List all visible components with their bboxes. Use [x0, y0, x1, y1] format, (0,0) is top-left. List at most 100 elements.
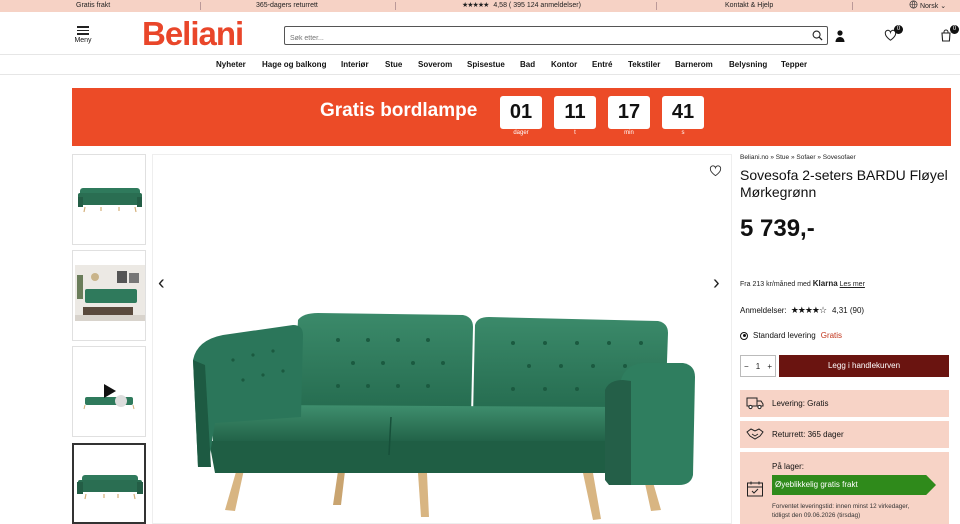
countdown-hours: 11 t — [554, 96, 596, 136]
eta-line-1: Forventet leveringstid: innen minst 12 v… — [772, 503, 910, 510]
divider — [200, 2, 201, 10]
thumbnail-video[interactable] — [72, 346, 146, 437]
nav-item-nyheter[interactable]: Nyheter — [216, 60, 246, 69]
nav-item-tepper[interactable]: Tepper — [781, 60, 807, 69]
klarna-read-more-link[interactable]: Les mer — [840, 281, 865, 288]
returns-info-box: Returrett: 365 dager — [740, 421, 949, 448]
divider — [395, 2, 396, 10]
klarna-text: Fra 213 kr/måned med — [740, 281, 811, 288]
sofa-image — [193, 313, 695, 520]
language-label: Norsk — [919, 3, 939, 10]
rating-summary[interactable]: ★★★★★ 4,58 ( 395 124 anmeldelser) — [462, 0, 581, 12]
product-price: 5 739,- — [740, 215, 815, 242]
promo-title: Gratis bordlampe — [320, 100, 478, 121]
countdown-days: 01 dager — [500, 96, 542, 136]
delivery-label: Levering: — [772, 399, 805, 408]
search-icon[interactable] — [812, 30, 823, 41]
klarna-installment: Fra 213 kr/måned med Klarna Les mer — [740, 279, 952, 288]
breadcrumb[interactable]: Beliani.no » Stue » Sofaer » Sovesofaer — [740, 154, 952, 161]
nav-item-interior[interactable]: Interiør — [341, 60, 369, 69]
nav-item-hage-og-balkong[interactable]: Hage og balkong — [262, 60, 326, 69]
quantity-value: 1 — [755, 361, 761, 371]
countdown-value: 01 — [500, 96, 542, 129]
calendar-icon — [747, 481, 763, 497]
sofa-thumbnail-image — [77, 475, 143, 500]
countdown-value: 17 — [608, 96, 650, 129]
globe-icon — [909, 0, 918, 9]
site-header: Meny Beliani 0 0 — [0, 12, 960, 56]
product-title: Sovesofa 2-seters BARDU Fløyel Mørkegrøn… — [740, 167, 948, 200]
shipping-radio[interactable] — [740, 331, 748, 340]
countdown-unit: t — [574, 130, 576, 136]
contact-link[interactable]: Kontakt & Hjelp — [725, 0, 773, 12]
countdown-minutes: 17 min — [608, 96, 650, 136]
beliani-logo[interactable]: Beliani — [142, 16, 244, 52]
divider — [852, 2, 853, 10]
thumbnail-1[interactable] — [72, 154, 146, 245]
wishlist-button[interactable]: 0 — [884, 25, 903, 43]
category-nav: Nyheter Hage og balkong Interiør Stue So… — [0, 54, 960, 75]
menu-button[interactable]: Meny — [72, 24, 94, 44]
shipping-option[interactable]: Standard levering Gratis — [740, 331, 952, 340]
countdown-value: 11 — [554, 96, 596, 129]
product-info-panel: Beliani.no » Stue » Sofaer » Sovesofaer … — [740, 154, 952, 340]
stock-badge: Øyeblikkelig gratis frakt — [772, 475, 936, 495]
countdown-unit: min — [624, 130, 634, 136]
nav-item-barnerom[interactable]: Barnerom — [675, 60, 713, 69]
room-scene-image — [75, 265, 145, 321]
reviews-label: Anmeldelser: — [740, 306, 787, 315]
countdown-unit: dager — [513, 130, 529, 136]
reviews-value: 4,31 (90) — [832, 306, 865, 315]
rating-stars-icon: ★★★★★ — [462, 2, 489, 9]
shipping-label: Standard levering — [753, 331, 816, 340]
rating-text: 4,58 ( 395 124 anmeldelser) — [493, 2, 581, 9]
free-shipping-text: Gratis frakt — [76, 2, 111, 9]
sofa-thumbnail-image — [78, 188, 142, 213]
promo-banner[interactable]: Gratis bordlampe 01 dager 11 t 17 min 41… — [72, 88, 951, 146]
thumbnail-2[interactable] — [72, 250, 146, 341]
reviews-row[interactable]: Anmeldelser: ★★★★☆ 4,31 (90) — [740, 305, 952, 316]
nav-item-spisestue[interactable]: Spisestue — [467, 60, 505, 69]
delivery-info-box: Levering: Gratis — [740, 390, 949, 417]
nav-item-stue[interactable]: Stue — [385, 60, 402, 69]
nav-item-tekstiler[interactable]: Tekstiler — [628, 60, 660, 69]
cart-count-badge: 0 — [950, 25, 959, 34]
nav-item-entre[interactable]: Entré — [592, 60, 612, 69]
nav-item-kontor[interactable]: Kontor — [551, 60, 577, 69]
heart-icon[interactable] — [709, 165, 722, 177]
quantity-stepper[interactable]: − 1 + — [740, 355, 776, 377]
thumbnail-4-active[interactable] — [72, 443, 146, 524]
main-product-image[interactable] — [152, 154, 732, 524]
nav-item-bad[interactable]: Bad — [520, 60, 535, 69]
top-info-bar: Gratis frakt 365-dagers returrett ★★★★★ … — [0, 0, 960, 12]
shipping-price: Gratis — [820, 331, 843, 340]
klarna-logo: Klarna — [812, 279, 838, 288]
rating-stars-icon: ★★★★☆ — [790, 305, 827, 315]
nav-item-belysning[interactable]: Belysning — [729, 60, 767, 69]
countdown-unit: s — [681, 130, 685, 136]
search-bar[interactable] — [284, 26, 828, 47]
plus-icon[interactable]: + — [767, 362, 772, 371]
cart-button[interactable]: 0 — [940, 25, 959, 43]
countdown-seconds: 41 s — [662, 96, 704, 136]
stock-label: På lager: — [772, 462, 805, 471]
stock-info-box: På lager: Øyeblikkelig gratis frakt Forv… — [740, 452, 949, 524]
returns-text: 365-dagers returrett — [256, 2, 318, 9]
user-account-icon[interactable] — [833, 29, 847, 43]
hamburger-icon — [72, 26, 94, 35]
add-to-cart-button[interactable]: Legg i handlekurven — [779, 355, 949, 377]
prev-image-arrow-icon[interactable]: ‹ — [158, 272, 165, 295]
search-input[interactable] — [285, 30, 795, 47]
truck-icon — [746, 397, 764, 410]
handshake-icon — [746, 428, 764, 440]
language-selector[interactable]: Norsk ⌄ — [909, 0, 946, 12]
nav-item-soverom[interactable]: Soverom — [418, 60, 452, 69]
minus-icon[interactable]: − — [744, 362, 749, 371]
countdown-value: 41 — [662, 96, 704, 129]
returns-label: Returrett: — [772, 430, 806, 439]
play-icon[interactable] — [101, 383, 117, 399]
delivery-estimate: Forventet leveringstid: innen minst 12 v… — [772, 502, 947, 520]
chevron-down-icon: ⌄ — [940, 3, 947, 10]
next-image-arrow-icon[interactable]: › — [713, 272, 720, 295]
wishlist-count-badge: 0 — [894, 25, 903, 34]
